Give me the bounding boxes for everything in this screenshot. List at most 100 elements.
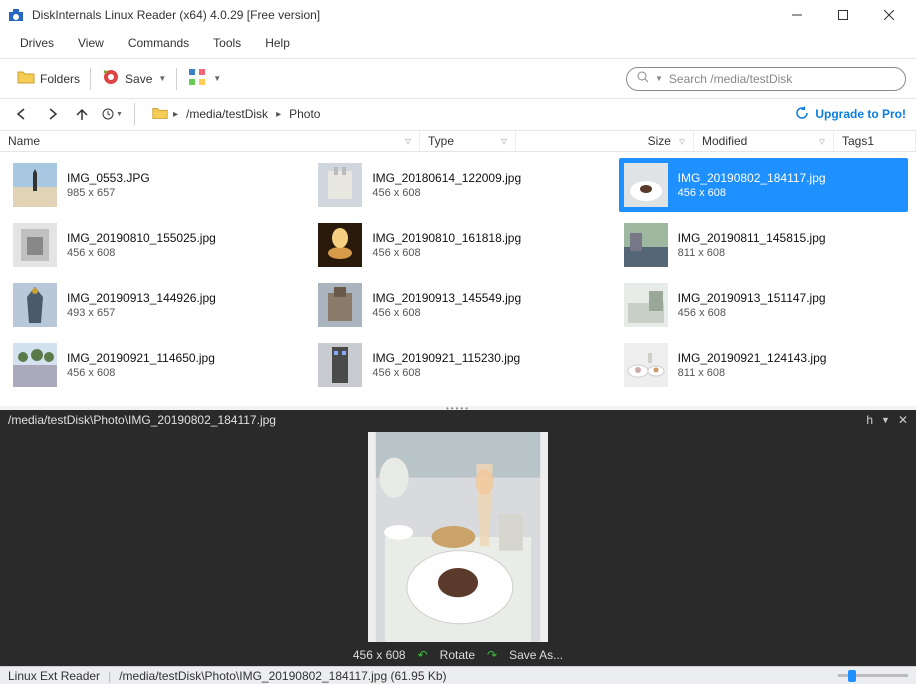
preview-dims: 456 x 608 <box>353 648 406 662</box>
thumbnail <box>624 343 668 387</box>
thumbnail <box>318 343 362 387</box>
forward-button[interactable] <box>40 102 64 126</box>
menu-tools[interactable]: Tools <box>203 32 251 54</box>
search-input[interactable] <box>669 72 895 86</box>
grid-icon <box>187 67 207 90</box>
file-dims: 456 x 608 <box>372 247 521 259</box>
col-tags[interactable]: Tags1 <box>834 131 916 151</box>
maximize-button[interactable] <box>820 0 866 30</box>
breadcrumb: ▸ /media/testDisk ▸ Photo <box>151 104 324 125</box>
back-button[interactable] <box>10 102 34 126</box>
filter-icon[interactable]: ▿ <box>501 134 507 148</box>
file-area[interactable]: IMG_0553.JPG 985 x 657 IMG_20180614_122009… <box>0 152 916 406</box>
file-info: IMG_20190921_114650.jpg456 x 608 <box>67 351 215 379</box>
rotate-right-icon[interactable]: ↷ <box>487 648 497 662</box>
minimize-button[interactable] <box>774 0 820 30</box>
refresh-icon <box>795 106 809 123</box>
file-dims: 985 x 657 <box>67 187 150 199</box>
file-item[interactable]: IMG_20190811_145815.jpg811 x 608 <box>619 218 908 272</box>
close-button[interactable] <box>866 0 912 30</box>
file-name: IMG_20190921_124143.jpg <box>678 351 827 365</box>
save-icon <box>101 67 121 90</box>
file-info: IMG_20190921_124143.jpg 811 x 608 <box>678 351 827 379</box>
menu-view[interactable]: View <box>68 32 114 54</box>
file-dims: 456 x 608 <box>372 187 521 199</box>
thumbnail <box>318 283 362 327</box>
rotate-button[interactable]: Rotate <box>440 648 475 662</box>
filter-icon[interactable]: ▿ <box>405 134 411 148</box>
preview-header: /media/testDisk\Photo\IMG_20190802_18411… <box>0 410 916 430</box>
preview-toolbar: 456 x 608 ↶ Rotate ↷ Save As... <box>0 644 916 666</box>
file-item[interactable]: IMG_20190810_155025.jpg 456 x 608 <box>8 218 297 272</box>
file-info: IMG_20190811_145815.jpg811 x 608 <box>678 231 826 259</box>
file-dims: 811 x 608 <box>678 367 827 379</box>
preview-path: /media/testDisk\Photo\IMG_20190802_18411… <box>8 413 276 427</box>
preview-pane: /media/testDisk\Photo\IMG_20190802_18411… <box>0 410 916 666</box>
status-info: /media/testDisk\Photo\IMG_20190802_18411… <box>119 669 446 683</box>
file-info: IMG_20190921_115230.jpg 456 x 608 <box>372 351 520 379</box>
file-dims: 456 x 608 <box>678 187 826 199</box>
file-name: IMG_20190810_155025.jpg <box>67 231 216 245</box>
zoom-slider[interactable] <box>838 674 908 677</box>
save-label: Save <box>125 72 152 86</box>
filter-icon[interactable]: ▿ <box>819 134 825 148</box>
view-mode-button[interactable]: ▼ <box>181 63 227 94</box>
separator <box>176 68 177 90</box>
file-dims: 456 x 608 <box>372 367 520 379</box>
file-name: IMG_20190913_144926.jpg <box>67 291 216 305</box>
file-item[interactable]: IMG_20190913_151147.jpg456 x 608 <box>619 278 908 332</box>
chevron-down-icon: ▼ <box>213 74 221 83</box>
file-item[interactable]: IMG_20190921_114650.jpg456 x 608 <box>8 338 297 392</box>
col-size[interactable]: Size▿ <box>516 131 694 151</box>
col-modified[interactable]: Modified▿ <box>694 131 834 151</box>
file-name: IMG_0553.JPG <box>67 171 150 185</box>
file-item[interactable]: IMG_20190802_184117.jpg 456 x 608 <box>619 158 908 212</box>
chevron-down-icon: ▼ <box>655 74 663 83</box>
rotate-left-icon[interactable]: ↶ <box>418 648 428 662</box>
file-dims: 456 x 608 <box>678 307 826 319</box>
file-item[interactable]: IMG_0553.JPG 985 x 657 <box>8 158 297 212</box>
chevron-down-icon: ▼ <box>158 74 166 83</box>
file-dims: 493 x 657 <box>67 307 216 319</box>
breadcrumb-seg-1[interactable]: /media/testDisk <box>182 105 272 123</box>
saveas-button[interactable]: Save As... <box>509 648 563 662</box>
folder-icon <box>16 67 36 90</box>
column-header: Name▿ Type▿ Size▿ Modified▿ Tags1 <box>0 131 916 152</box>
filter-icon[interactable]: ▿ <box>679 134 685 148</box>
chevron-down-icon[interactable]: ▼ <box>881 415 890 425</box>
window-title: DiskInternals Linux Reader (x64) 4.0.29 … <box>32 8 774 22</box>
up-button[interactable] <box>70 102 94 126</box>
file-name: IMG_20190921_115230.jpg <box>372 351 520 365</box>
save-button[interactable]: Save ▼ <box>95 63 172 94</box>
thumbnail <box>318 163 362 207</box>
separator <box>90 68 91 90</box>
file-info: IMG_20190913_151147.jpg456 x 608 <box>678 291 826 319</box>
search-box[interactable]: ▼ <box>626 67 906 91</box>
col-type[interactable]: Type▿ <box>420 131 516 151</box>
preview-close-icon[interactable]: ✕ <box>898 413 908 427</box>
file-item[interactable]: IMG_20190921_115230.jpg 456 x 608 <box>313 338 602 392</box>
upgrade-link[interactable]: Upgrade to Pro! <box>795 106 906 123</box>
file-info: IMG_20190810_161818.jpg456 x 608 <box>372 231 521 259</box>
file-name: IMG_20190802_184117.jpg <box>678 171 826 185</box>
history-button[interactable]: ▼ <box>100 102 124 126</box>
menu-commands[interactable]: Commands <box>118 32 199 54</box>
file-item[interactable]: IMG_20190913_144926.jpg 493 x 657 <box>8 278 297 332</box>
file-item[interactable]: IMG_20190913_145549.jpg456 x 608 <box>313 278 602 332</box>
menu-drives[interactable]: Drives <box>10 32 64 54</box>
file-info: IMG_20190913_145549.jpg456 x 608 <box>372 291 521 319</box>
file-dims: 811 x 608 <box>678 247 826 259</box>
toolbar: Folders Save ▼ ▼ ▼ <box>0 59 916 99</box>
menu-help[interactable]: Help <box>255 32 300 54</box>
thumbnail <box>13 223 57 267</box>
file-item[interactable]: IMG_20180614_122009.jpg456 x 608 <box>313 158 602 212</box>
thumbnail <box>624 163 668 207</box>
app-icon <box>8 7 24 23</box>
folders-button[interactable]: Folders <box>10 63 86 94</box>
file-item[interactable]: IMG_20190921_124143.jpg 811 x 608 <box>619 338 908 392</box>
file-dims: 456 x 608 <box>67 247 216 259</box>
file-item[interactable]: IMG_20190810_161818.jpg456 x 608 <box>313 218 602 272</box>
col-name[interactable]: Name▿ <box>0 131 420 151</box>
file-info: IMG_20190810_155025.jpg 456 x 608 <box>67 231 216 259</box>
breadcrumb-seg-2[interactable]: Photo <box>285 105 324 123</box>
